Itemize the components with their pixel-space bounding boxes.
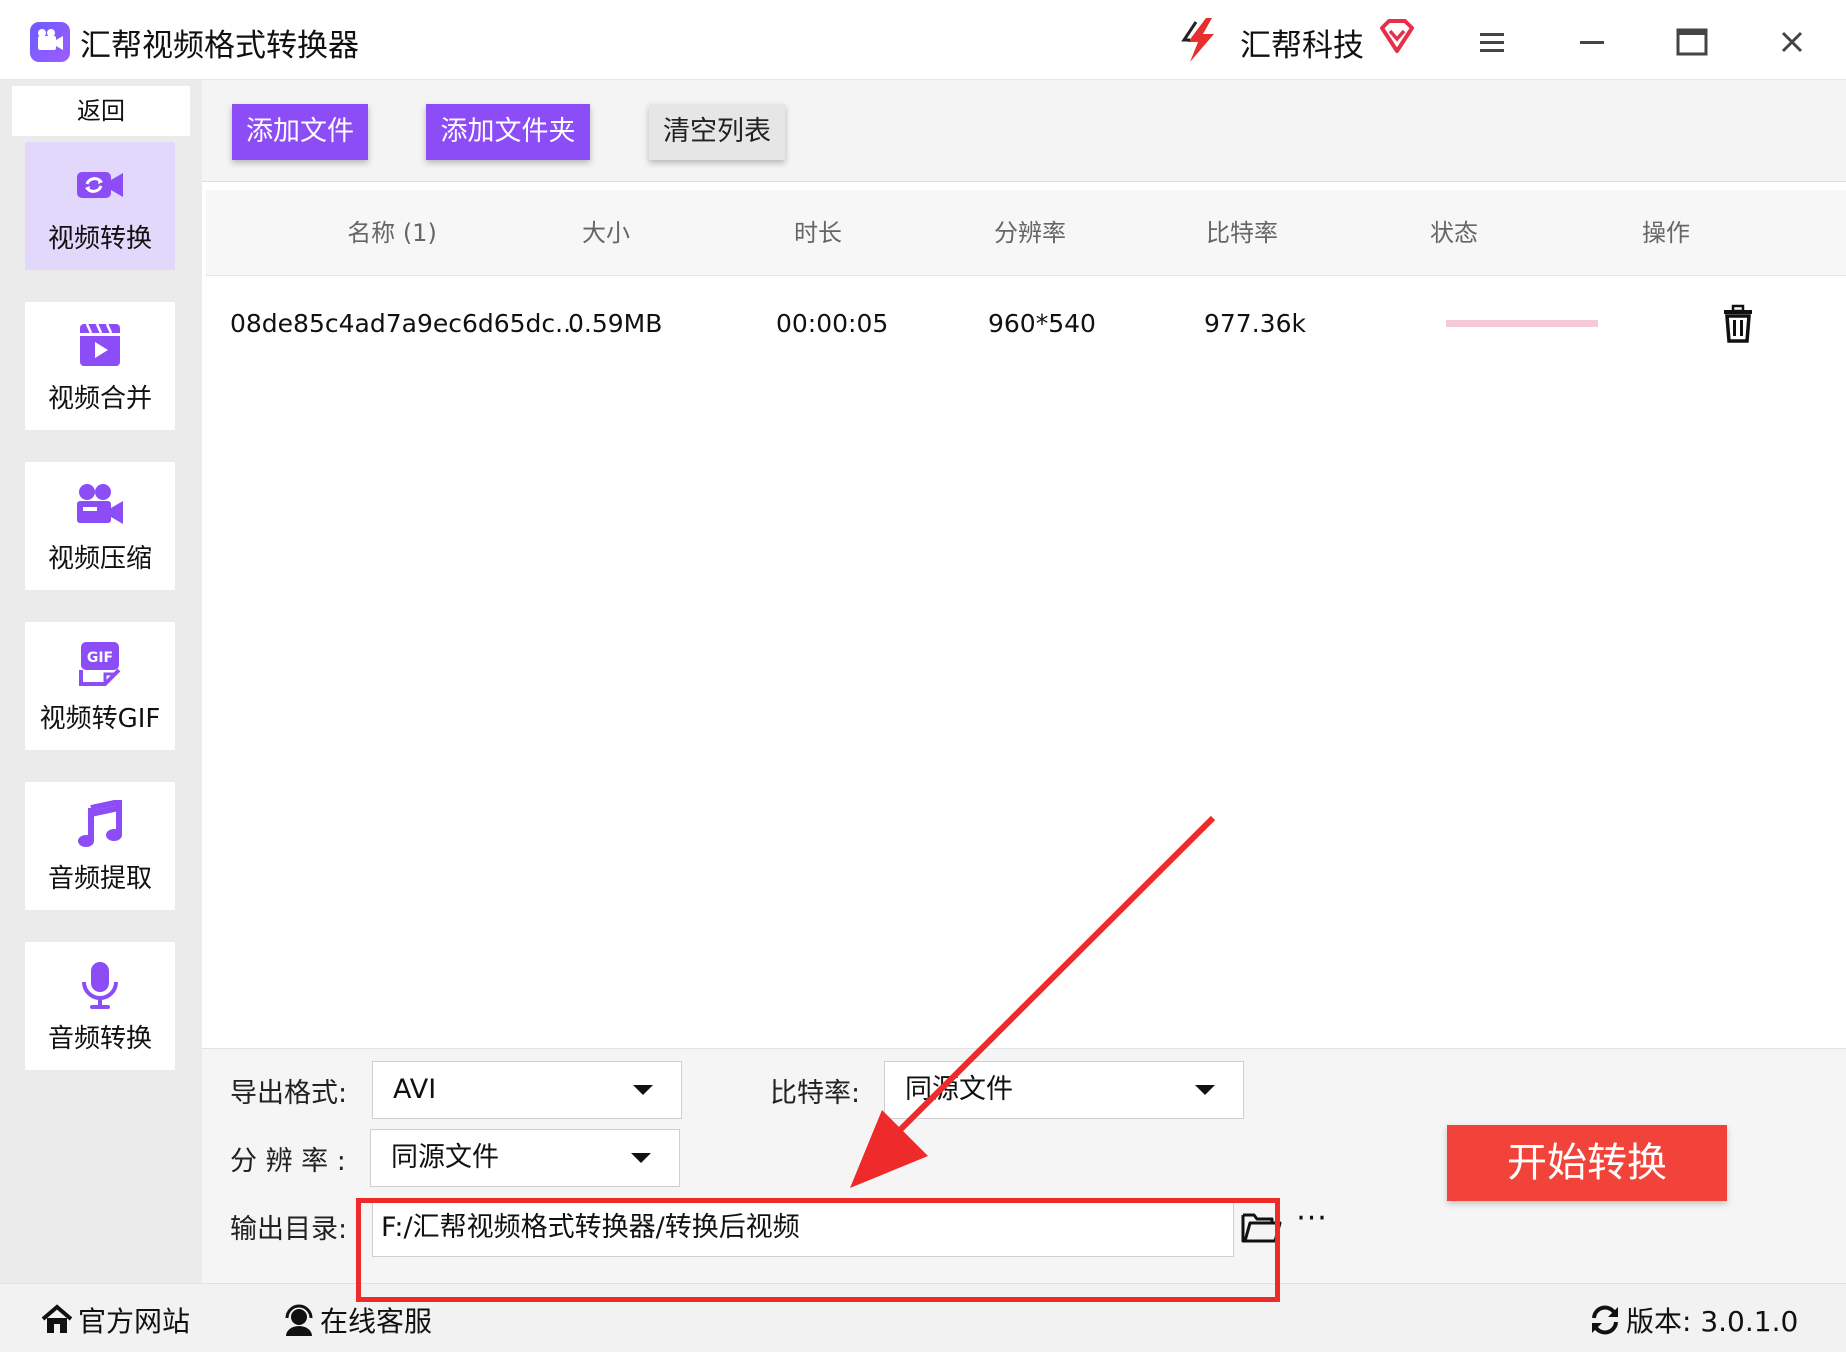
chevron-down-icon — [633, 1085, 653, 1095]
column-header-status: 状态 — [1430, 219, 1478, 247]
sidebar: 返回 视频转换 视频合并 视频压缩 GIF 视频转GIF 音频提取 音频转换 — [0, 80, 202, 1283]
column-header-action: 操作 — [1642, 219, 1690, 247]
sidebar-item-label: 视频压缩 — [47, 544, 152, 574]
format-select[interactable]: AVI — [372, 1061, 682, 1119]
sidebar-item-label: 视频合并 — [47, 384, 152, 414]
close-icon[interactable] — [1770, 20, 1814, 64]
sidebar-item-label: 音频提取 — [47, 864, 152, 894]
sidebar-item-video-gif[interactable]: GIF 视频转GIF — [25, 622, 175, 750]
version-label: 版本: 3.0.1.0 — [1626, 1305, 1799, 1338]
menu-icon[interactable] — [1470, 20, 1514, 64]
app-title: 汇帮视频格式转换器 — [80, 28, 359, 64]
version-info[interactable]: 版本: 3.0.1.0 — [1588, 1300, 1798, 1340]
file-table-header: 名称 (1) 大小 时长 分辨率 比特率 状态 操作 — [206, 190, 1846, 276]
support-link[interactable]: 在线客服 — [282, 1300, 432, 1340]
video-merge-icon — [80, 323, 120, 366]
music-note-icon — [78, 800, 122, 847]
sidebar-item-audio-extract[interactable]: 音频提取 — [25, 782, 175, 910]
more-options-button[interactable]: ··· — [1292, 1204, 1332, 1239]
add-folder-button[interactable]: 添加文件夹 — [426, 104, 590, 160]
file-size: 0.59MB — [568, 309, 663, 338]
status-progress-bar — [1446, 320, 1598, 327]
format-label: 导出格式: — [230, 1078, 348, 1109]
file-name: 08de85c4ad7a9ec6d65dc... — [230, 309, 580, 338]
sidebar-item-video-compress[interactable]: 视频压缩 — [25, 462, 175, 590]
toolbar: 添加文件 添加文件夹 清空列表 — [202, 80, 1846, 182]
brand-name: 汇帮科技 — [1240, 28, 1364, 64]
trash-icon[interactable] — [1718, 304, 1758, 344]
annotation-arrow — [850, 815, 1216, 1188]
home-icon — [41, 1304, 73, 1333]
start-convert-button[interactable]: 开始转换 — [1447, 1125, 1727, 1201]
minimize-icon[interactable] — [1570, 20, 1614, 64]
resolution-value: 同源文件 — [391, 1142, 499, 1173]
resolution-select[interactable]: 同源文件 — [370, 1129, 680, 1187]
file-bitrate: 977.36k — [1204, 309, 1306, 338]
website-link[interactable]: 官方网站 — [40, 1300, 190, 1340]
maximize-icon[interactable] — [1670, 20, 1714, 64]
svg-text:GIF: GIF — [87, 650, 113, 666]
sidebar-item-video-convert[interactable]: 视频转换 — [25, 142, 175, 270]
website-label: 官方网站 — [78, 1305, 191, 1338]
output-dir-label: 输出目录: — [230, 1214, 348, 1245]
clear-list-button[interactable]: 清空列表 — [649, 104, 785, 160]
table-row[interactable]: 08de85c4ad7a9ec6d65dc... 0.59MB 00:00:05… — [206, 276, 1846, 372]
video-compress-icon — [77, 484, 123, 524]
refresh-icon — [1592, 1305, 1618, 1335]
back-button[interactable]: 返回 — [12, 86, 190, 136]
column-header-size: 大小 — [582, 219, 630, 247]
annotation-highlight-box — [356, 1198, 1280, 1302]
headset-icon — [285, 1304, 313, 1336]
vip-diamond-icon[interactable] — [1378, 18, 1416, 54]
brand-logo-icon — [1181, 18, 1214, 62]
sidebar-item-label: 视频转GIF — [39, 704, 161, 734]
format-value: AVI — [393, 1074, 437, 1105]
gif-icon: GIF — [79, 642, 121, 686]
video-convert-icon — [77, 172, 123, 198]
title-bar: 汇帮视频格式转换器 汇帮科技 — [0, 0, 1846, 80]
column-header-name[interactable]: 名称 (1) — [292, 190, 492, 276]
column-header-duration: 时长 — [794, 219, 842, 247]
add-file-button[interactable]: 添加文件 — [232, 104, 368, 160]
chevron-down-icon — [631, 1153, 651, 1163]
sidebar-item-label: 音频转换 — [47, 1024, 152, 1054]
sidebar-item-video-merge[interactable]: 视频合并 — [25, 302, 175, 430]
column-header-resolution: 分辨率 — [994, 219, 1066, 247]
sidebar-item-label: 视频转换 — [47, 224, 152, 254]
column-header-bitrate: 比特率 — [1206, 219, 1278, 247]
app-logo-icon — [30, 22, 70, 62]
sidebar-item-audio-convert[interactable]: 音频转换 — [25, 942, 175, 1070]
microphone-icon — [82, 962, 118, 1009]
support-label: 在线客服 — [320, 1305, 433, 1338]
resolution-label: 分 辨 率 : — [230, 1146, 346, 1177]
file-duration: 00:00:05 — [776, 309, 889, 338]
file-resolution: 960*540 — [988, 309, 1096, 338]
